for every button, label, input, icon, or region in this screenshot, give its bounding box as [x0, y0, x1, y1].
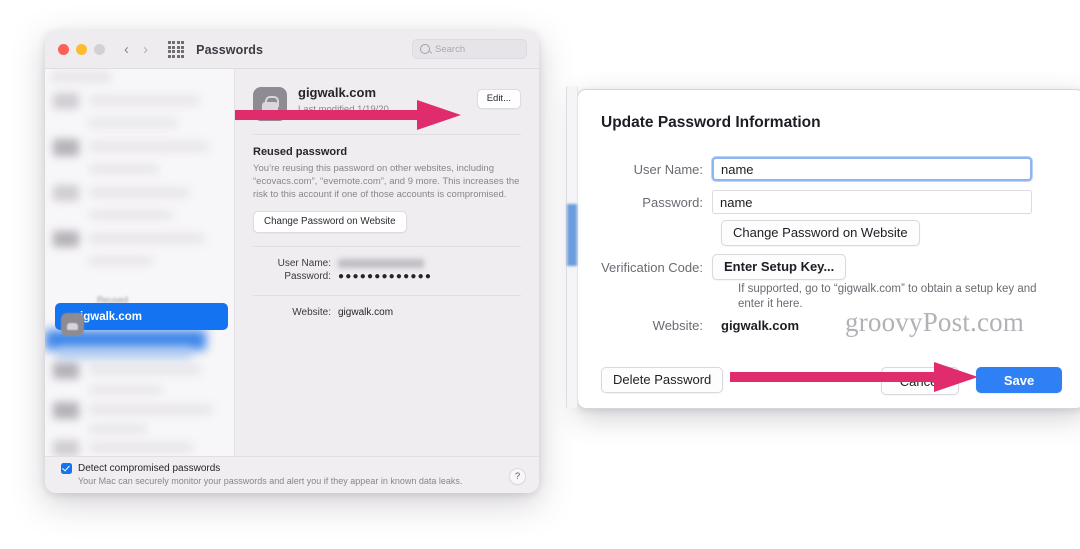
grid-icon[interactable] — [168, 41, 185, 58]
screenshot-stage: ‹ › Passwords Search Reused gigwalk.com … — [0, 0, 1080, 549]
sheet-website-row: Website: gigwalk.com — [578, 318, 799, 333]
search-placeholder: Search — [435, 43, 466, 55]
divider — [253, 294, 521, 296]
sheet-username-label: User Name: — [633, 161, 703, 177]
sheet-verification-row: Verification Code: Enter Setup Key... — [578, 254, 847, 280]
detect-compromised-label: Detect compromised passwords — [78, 463, 221, 474]
detail-password-value: ●●●●●●●●●●●●● — [338, 270, 433, 282]
detail-website-value: gigwalk.com — [338, 306, 394, 318]
window-title: Passwords — [196, 42, 264, 57]
sheet-password-input[interactable]: name — [712, 190, 1032, 214]
watermark: groovyPost.com — [845, 307, 1025, 337]
sheet-left-edge-strip — [566, 86, 578, 408]
sheet-password-row: Password: name — [578, 190, 1032, 214]
detail-website-row: Website: gigwalk.com — [253, 307, 521, 318]
annotation-arrow-save — [730, 362, 980, 392]
detail-password-row: Password: ●●●●●●●●●●●●● — [253, 271, 521, 282]
window-footer: Detect compromised passwords Your Mac ca… — [45, 456, 539, 493]
edit-button[interactable]: Edit... — [476, 89, 521, 109]
divider — [253, 245, 521, 247]
help-button[interactable]: ? — [509, 468, 526, 485]
zoom-window-button[interactable] — [94, 44, 105, 55]
traffic-lights — [58, 44, 105, 55]
passwords-sidebar: Reused gigwalk.com + − — [45, 69, 235, 493]
change-password-on-website-button[interactable]: Change Password on Website — [253, 210, 407, 233]
chevron-right-icon[interactable]: › — [143, 42, 148, 57]
delete-password-button[interactable]: Delete Password — [601, 367, 724, 393]
window-titlebar: ‹ › Passwords Search — [45, 31, 539, 69]
sheet-username-input[interactable]: name — [712, 157, 1032, 181]
chevron-left-icon[interactable]: ‹ — [124, 42, 129, 57]
sheet-title: Update Password Information — [601, 114, 821, 131]
search-icon — [420, 44, 430, 54]
sheet-change-password-button[interactable]: Change Password on Website — [721, 220, 920, 246]
annotation-arrow-edit — [235, 99, 463, 131]
reused-password-body: You’re reusing this password on other we… — [253, 163, 520, 201]
search-input[interactable]: Search — [412, 39, 527, 59]
sheet-password-label: Password: — [642, 194, 703, 210]
detail-password-label: Password: — [284, 270, 331, 282]
close-window-button[interactable] — [58, 44, 69, 55]
save-button[interactable]: Save — [976, 367, 1062, 393]
footer-description: Your Mac can securely monitor your passw… — [78, 476, 463, 486]
sheet-username-row: User Name: name — [578, 157, 1032, 181]
enter-setup-key-button[interactable]: Enter Setup Key... — [712, 254, 847, 280]
password-detail-pane: gigwalk.com Last modified 1/19/20 Edit..… — [235, 69, 539, 493]
navigation-arrows: ‹ › — [124, 42, 148, 57]
detail-username-row: User Name: — [253, 258, 521, 269]
sheet-verification-label: Verification Code: — [601, 259, 703, 275]
sheet-change-password-row: Change Password on Website — [712, 220, 920, 246]
minimize-window-button[interactable] — [76, 44, 87, 55]
edge-strip-highlight — [567, 204, 577, 266]
blurred-password-list[interactable]: Reused — [45, 69, 234, 464]
update-password-sheet: Update Password Information User Name: n… — [566, 86, 1080, 409]
detail-username-label: User Name: — [277, 257, 331, 269]
detail-website-label: Website: — [292, 306, 331, 318]
detect-compromised-row[interactable]: Detect compromised passwords — [61, 463, 539, 474]
detail-site-title: gigwalk.com — [298, 85, 377, 100]
sheet-website-label: Website: — [652, 318, 703, 333]
window-body: Reused gigwalk.com + − — [45, 69, 539, 493]
reused-password-heading: Reused password — [253, 146, 348, 158]
divider — [253, 134, 521, 135]
password-key-icon — [61, 313, 84, 336]
selection-blur-overlay-2 — [57, 347, 192, 359]
detect-compromised-checkbox[interactable] — [61, 463, 72, 474]
sheet-website-value: gigwalk.com — [721, 318, 800, 333]
detail-username-value-redacted — [338, 258, 424, 268]
